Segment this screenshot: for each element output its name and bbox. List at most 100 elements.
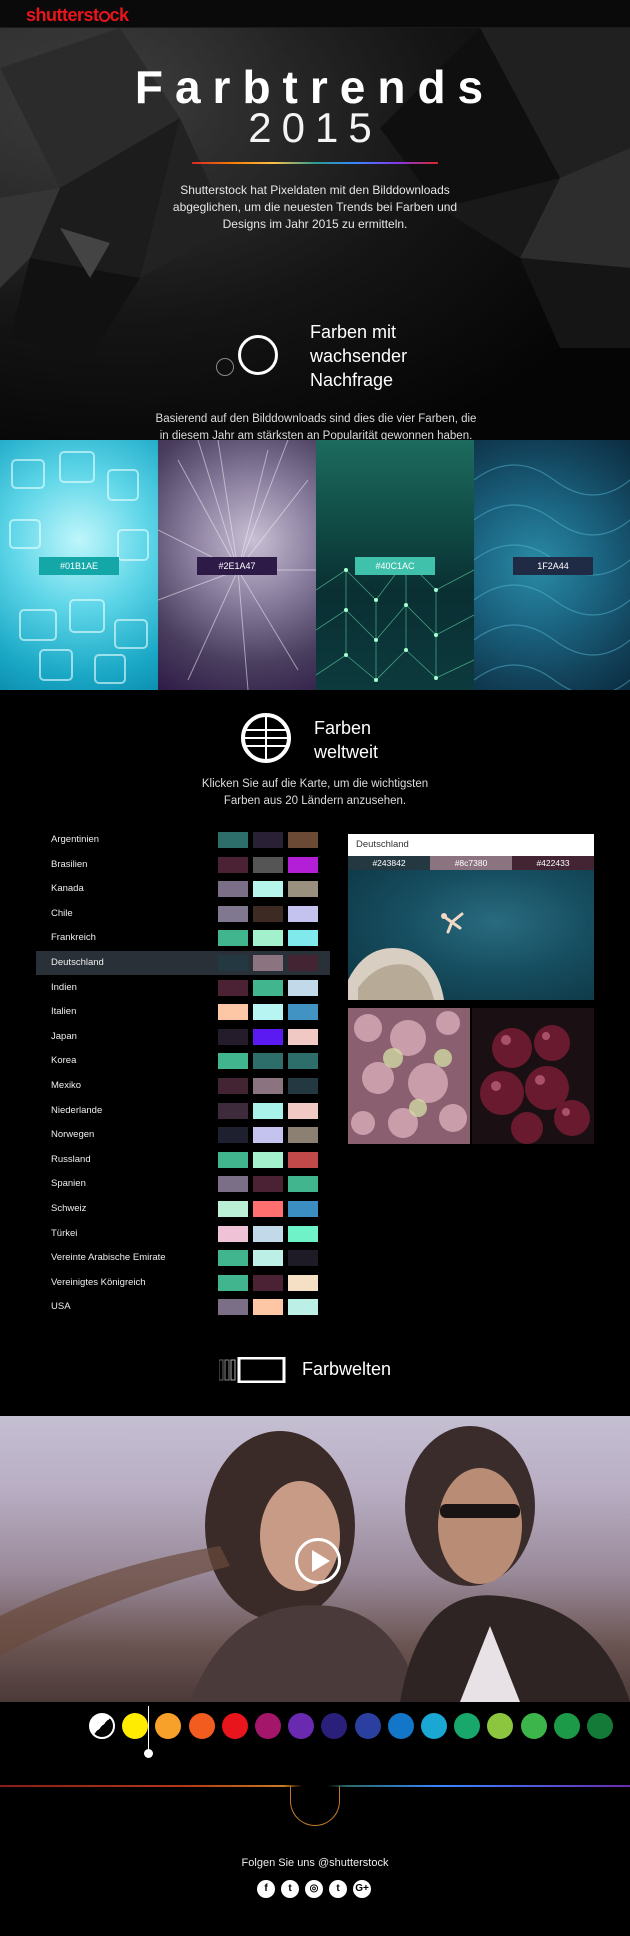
palette-color-dot[interactable]	[421, 1713, 447, 1739]
country-color-swatch[interactable]	[253, 905, 283, 922]
country-color-swatch[interactable]	[253, 979, 283, 996]
country-color-swatch[interactable]	[288, 955, 318, 971]
country-color-swatch[interactable]	[253, 1028, 283, 1045]
country-row[interactable]: Italien	[36, 1000, 330, 1024]
country-color-swatch[interactable]	[218, 1250, 248, 1267]
country-color-swatch[interactable]	[288, 930, 318, 947]
country-color-swatch[interactable]	[218, 1201, 248, 1217]
country-color-swatch[interactable]	[288, 1102, 318, 1119]
country-row[interactable]: Mexiko	[36, 1074, 330, 1098]
palette-color-dot[interactable]	[520, 1713, 547, 1739]
country-color-swatch[interactable]	[253, 1102, 283, 1119]
country-color-swatch[interactable]	[218, 979, 248, 996]
country-color-swatch[interactable]	[218, 1274, 248, 1291]
twitter-icon[interactable]: t	[281, 1880, 299, 1898]
play-button[interactable]	[295, 1538, 341, 1584]
palette-color-dot[interactable]	[487, 1713, 514, 1739]
country-row[interactable]: Niederlande	[36, 1099, 330, 1123]
country-color-swatch[interactable]	[253, 930, 283, 947]
grapes-image[interactable]	[472, 1008, 594, 1144]
facebook-icon[interactable]: f	[257, 1880, 275, 1898]
palette-color-dot[interactable]	[454, 1713, 481, 1739]
country-color-swatch[interactable]	[288, 1078, 318, 1094]
country-color-swatch[interactable]	[288, 1004, 318, 1021]
country-color-swatch[interactable]	[288, 1274, 318, 1291]
palette-color-dot[interactable]	[553, 1713, 580, 1739]
country-color-swatch[interactable]	[253, 1225, 283, 1242]
palette-color-dot[interactable]	[288, 1713, 315, 1739]
country-color-swatch[interactable]	[253, 1127, 283, 1144]
country-color-swatch[interactable]	[253, 881, 283, 898]
bokeh-image[interactable]	[348, 1008, 470, 1144]
country-color-swatch[interactable]	[288, 1127, 318, 1144]
country-color-swatch[interactable]	[288, 1250, 318, 1267]
country-color-swatch[interactable]	[218, 1028, 248, 1045]
country-color-swatch[interactable]	[218, 1225, 248, 1242]
country-row[interactable]: Argentinien	[36, 828, 330, 852]
country-row[interactable]: Frankreich	[36, 926, 330, 950]
country-color-swatch[interactable]	[253, 856, 283, 873]
country-color-swatch[interactable]	[253, 1176, 283, 1193]
country-row[interactable]: Türkei	[36, 1222, 330, 1246]
palette-color-dot[interactable]	[155, 1713, 182, 1739]
country-color-swatch[interactable]	[288, 979, 318, 996]
timeline-marker[interactable]	[144, 1749, 153, 1758]
country-color-swatch[interactable]	[218, 905, 248, 922]
country-color-swatch[interactable]	[218, 881, 248, 898]
country-row[interactable]: Japan	[36, 1025, 330, 1049]
googleplus-icon[interactable]: G+	[353, 1880, 371, 1898]
country-color-swatch[interactable]	[253, 1299, 283, 1316]
palette-color-dot[interactable]	[387, 1713, 414, 1739]
palette-color-dot[interactable]	[255, 1713, 281, 1739]
country-color-swatch[interactable]	[218, 1004, 248, 1021]
swatch-dandelion[interactable]: #2E1A47	[158, 440, 316, 690]
country-row[interactable]: USA	[36, 1295, 330, 1319]
country-color-swatch[interactable]	[218, 1053, 248, 1070]
country-row[interactable]: Spanien	[36, 1172, 330, 1196]
country-color-swatch[interactable]	[253, 1201, 283, 1217]
swimmer-image[interactable]	[348, 870, 594, 1000]
country-color-swatch[interactable]	[253, 955, 283, 971]
country-row[interactable]: Deutschland	[36, 951, 330, 975]
swatch-feathers[interactable]: 1F2A44	[474, 440, 630, 690]
country-row[interactable]: Vereinte Arabische Emirate	[36, 1246, 330, 1270]
country-color-swatch[interactable]	[288, 1225, 318, 1242]
shutterstock-logo[interactable]: shutterst ck	[26, 5, 129, 26]
country-color-swatch[interactable]	[288, 881, 318, 898]
country-color-swatch[interactable]	[253, 1004, 283, 1021]
country-color-swatch[interactable]	[218, 1127, 248, 1144]
country-row[interactable]: Russland	[36, 1148, 330, 1172]
country-color-swatch[interactable]	[288, 1176, 318, 1193]
country-row[interactable]: Chile	[36, 902, 330, 926]
swatch-network[interactable]: #40C1AC	[316, 440, 474, 690]
country-row[interactable]: Vereinigtes Königreich	[36, 1271, 330, 1295]
country-color-swatch[interactable]	[253, 1274, 283, 1291]
swatch-ice[interactable]: #01B1AE	[0, 440, 158, 690]
tumblr-icon[interactable]: t	[329, 1880, 347, 1898]
palette-color-dot[interactable]	[188, 1713, 215, 1739]
country-color-swatch[interactable]	[288, 1299, 318, 1316]
instagram-icon[interactable]: ◎	[305, 1880, 323, 1898]
country-color-swatch[interactable]	[218, 832, 248, 848]
country-color-swatch[interactable]	[253, 1151, 283, 1168]
country-color-swatch[interactable]	[253, 832, 283, 848]
palette-color-dot[interactable]	[321, 1713, 348, 1739]
country-color-swatch[interactable]	[253, 1053, 283, 1070]
country-color-swatch[interactable]	[288, 1028, 318, 1045]
country-color-swatch[interactable]	[218, 856, 248, 873]
country-color-swatch[interactable]	[288, 832, 318, 848]
country-row[interactable]: Korea	[36, 1049, 330, 1073]
palette-color-dot[interactable]	[221, 1713, 248, 1739]
country-color-swatch[interactable]	[288, 1053, 318, 1070]
palette-color-dot[interactable]	[354, 1713, 381, 1739]
country-color-swatch[interactable]	[218, 1078, 248, 1094]
country-color-swatch[interactable]	[218, 1151, 248, 1168]
country-row[interactable]: Norwegen	[36, 1123, 330, 1147]
country-color-swatch[interactable]	[288, 856, 318, 873]
country-color-swatch[interactable]	[218, 955, 248, 971]
palette-color-dot[interactable]	[89, 1713, 115, 1739]
palette-color-dot[interactable]	[587, 1713, 613, 1739]
country-row[interactable]: Brasilien	[36, 853, 330, 877]
palette-color-dot[interactable]	[122, 1713, 149, 1739]
country-color-swatch[interactable]	[288, 1201, 318, 1217]
